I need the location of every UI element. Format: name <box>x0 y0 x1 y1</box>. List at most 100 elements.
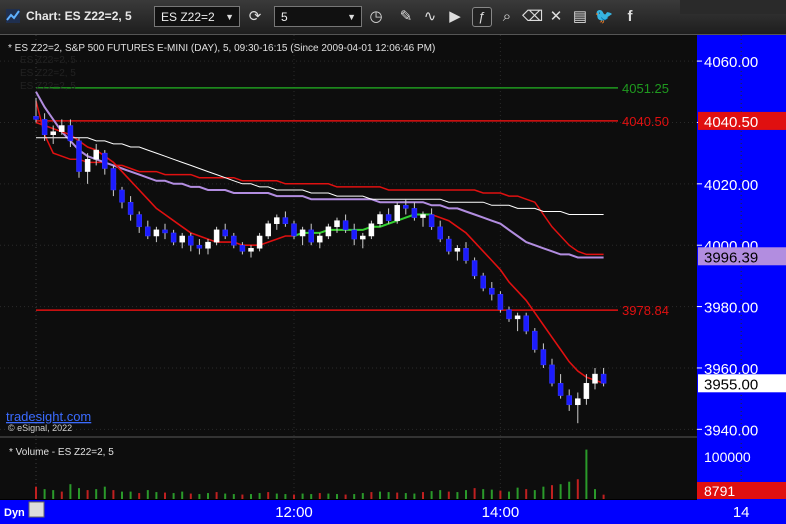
zoom-icon[interactable]: ⌕ <box>497 7 517 27</box>
candle-body <box>136 214 142 228</box>
price-tag-label: 3955.00 <box>704 376 758 393</box>
volume-bar <box>232 494 235 499</box>
volume-bar <box>525 489 528 499</box>
volume-bar <box>301 493 304 499</box>
draw-pen-icon[interactable]: ✎ <box>396 7 416 27</box>
window-controls[interactable] <box>680 0 786 14</box>
candle-body <box>532 330 538 350</box>
volume-bar <box>224 493 227 499</box>
clock-sync-icon[interactable]: ⟳ <box>245 7 265 27</box>
volume-bar <box>533 490 536 499</box>
volume-bar <box>370 492 373 499</box>
candle-body <box>256 235 263 249</box>
candle-body <box>239 244 246 252</box>
volume-bar <box>430 491 433 499</box>
time-scale-toggle-icon[interactable] <box>28 501 45 518</box>
volume-bar <box>43 489 46 499</box>
level-label: 3978.84 <box>622 303 669 318</box>
volume-bar <box>473 488 476 499</box>
candle-body <box>540 349 547 366</box>
volume-bar <box>465 490 467 499</box>
facebook-f-icon[interactable]: f <box>620 7 640 27</box>
candle-body <box>291 223 297 237</box>
candle-body <box>67 125 74 142</box>
copyright-text: © eSignal, 2022 <box>8 423 72 433</box>
candle-body <box>179 235 185 243</box>
candle-body <box>394 205 400 221</box>
volume-bar <box>318 493 321 499</box>
candle-body <box>50 131 56 135</box>
volume-bar <box>78 488 80 499</box>
volume-title: * Volume - ES Z22=2, 5 <box>9 447 114 458</box>
fx-study-icon[interactable]: ƒ <box>472 7 492 27</box>
volume-bar <box>60 491 63 499</box>
chart-title: * ES Z22=2, S&P 500 FUTURES E-MINI (DAY)… <box>8 43 435 54</box>
chart-area[interactable]: 4051.254040.503978.84 4060.004040.004020… <box>0 35 786 524</box>
candle-body <box>523 315 529 332</box>
volume-bar <box>69 484 72 499</box>
candle-body <box>93 149 99 160</box>
indicator-wave-icon[interactable]: ∿ <box>420 7 440 27</box>
volume-bar <box>138 493 141 499</box>
candle-body <box>76 140 82 172</box>
candle-body <box>506 309 512 320</box>
candle-body <box>282 217 289 224</box>
volume-bar <box>447 491 450 499</box>
volume-bar <box>207 493 209 499</box>
volume-bar <box>542 486 545 499</box>
chevron-down-icon[interactable]: ▼ <box>347 7 356 28</box>
volume-bar <box>327 493 330 499</box>
volume-bar <box>52 490 55 499</box>
time-axis[interactable] <box>0 500 786 524</box>
volume-bar <box>336 494 338 499</box>
candle-body <box>385 214 392 221</box>
x-tick-label: 14 <box>733 504 750 521</box>
candle-body <box>377 214 383 224</box>
volume-bar <box>396 492 399 499</box>
legend-ghost-item: ES Z22=2, 5 <box>20 55 76 66</box>
volume-bar <box>95 489 98 499</box>
volume-bar <box>516 487 519 499</box>
play-icon[interactable]: ▶ <box>445 7 465 27</box>
volume-bar <box>559 484 562 499</box>
twitter-bird-icon[interactable]: 🐦 <box>594 7 614 27</box>
volume-bar <box>413 493 416 499</box>
volume-bar <box>189 493 192 499</box>
level-label: 4040.50 <box>622 114 669 129</box>
volume-bar <box>456 492 459 499</box>
candle-body <box>489 287 495 295</box>
symbol-combobox[interactable]: ES Z22=2 ▼ <box>154 6 240 27</box>
price-tag-label: 4040.50 <box>704 114 758 131</box>
watermark-link[interactable]: tradesight.com <box>6 409 91 424</box>
volume-bar <box>576 479 579 499</box>
volume-bar <box>490 489 493 499</box>
clock-icon[interactable]: ◷ <box>366 7 386 27</box>
candle-body <box>403 205 409 209</box>
eraser-icon[interactable]: ⌫ <box>522 7 543 27</box>
volume-bar <box>241 494 244 499</box>
volume-bar <box>379 491 381 499</box>
chevron-down-icon[interactable]: ▼ <box>225 7 234 28</box>
dyn-label[interactable]: Dyn <box>4 507 25 519</box>
volume-bar <box>275 493 278 499</box>
candle-body <box>33 116 39 120</box>
volume-bar <box>86 490 89 499</box>
volume-bar <box>508 491 510 499</box>
candle-body <box>231 235 237 246</box>
clear-icon[interactable]: ✕ <box>546 7 566 27</box>
volume-bar <box>361 493 364 499</box>
candle-body <box>170 232 177 243</box>
candle-body <box>368 223 375 237</box>
volume-bar <box>404 493 407 499</box>
volume-bar <box>112 490 115 499</box>
x-tick-label: 14:00 <box>482 504 520 521</box>
volume-bar <box>146 490 149 499</box>
interval-combobox[interactable]: 5 ▼ <box>274 6 362 27</box>
y-tick-label: 4060.00 <box>704 54 758 71</box>
volume-bar <box>551 485 553 499</box>
comment-icon[interactable]: ▤ <box>570 7 590 27</box>
candle-body <box>575 398 581 406</box>
candle-body <box>153 229 160 237</box>
volume-bar <box>310 494 313 499</box>
price-tag-label: 3996.39 <box>704 249 758 266</box>
